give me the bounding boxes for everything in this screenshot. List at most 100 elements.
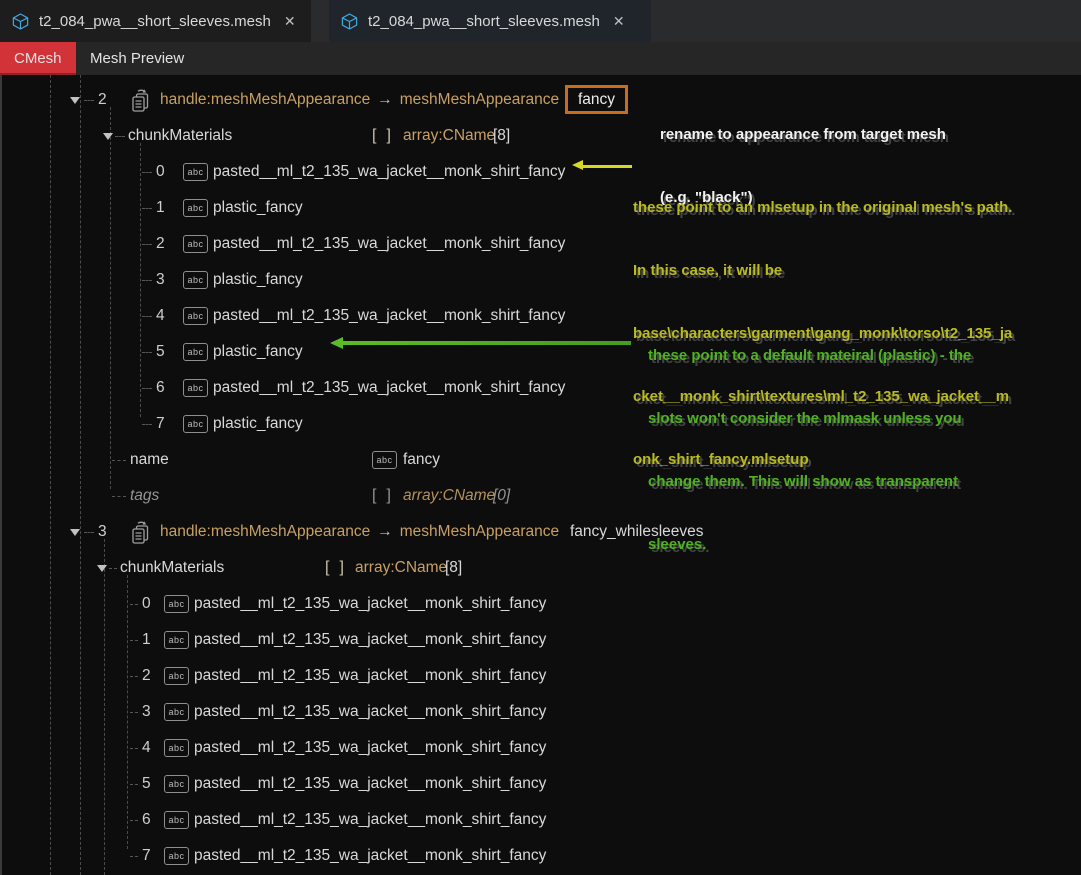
material-name[interactable]: pasted__ml_t2_135_wa_jacket__monk_shirt_… — [194, 802, 546, 838]
tree-row-material-item[interactable]: 2 abc pasted__ml_t2_135_wa_jacket__monk_… — [0, 658, 1081, 694]
appearance-name-value-highlighted[interactable]: fancy — [565, 85, 628, 114]
item-index: 7 — [142, 838, 151, 874]
tree-row-material-item[interactable]: 6 abc pasted__ml_t2_135_wa_jacket__monk_… — [0, 802, 1081, 838]
item-index: 7 — [156, 406, 165, 442]
tree-row-material-item[interactable]: 1 abc pasted__ml_t2_135_wa_jacket__monk_… — [0, 622, 1081, 658]
file-tab-2[interactable]: t2_084_pwa__short_sleeves.mesh ✕ — [329, 0, 651, 42]
tree-connector — [84, 532, 94, 533]
property-type: array:CName — [403, 118, 495, 154]
string-type-icon: abc — [183, 343, 208, 361]
tree-connector — [84, 100, 94, 101]
file-tab-title: t2_084_pwa__short_sleeves.mesh — [39, 13, 271, 30]
annotation-default-material: these point to a default mateiral (plast… — [648, 303, 971, 597]
material-name[interactable]: pasted__ml_t2_135_wa_jacket__monk_shirt_… — [213, 154, 565, 190]
material-name[interactable]: pasted__ml_t2_135_wa_jacket__monk_shirt_… — [213, 370, 565, 406]
handle-class: meshMeshAppearance — [400, 523, 559, 540]
tree-row-material-item[interactable]: 5 abc pasted__ml_t2_135_wa_jacket__monk_… — [0, 766, 1081, 802]
tree-connector — [130, 820, 138, 821]
item-index: 4 — [142, 730, 151, 766]
string-type-icon: abc — [164, 703, 189, 721]
tree-row-material-item[interactable]: 3 abc pasted__ml_t2_135_wa_jacket__monk_… — [0, 694, 1081, 730]
item-index: 5 — [142, 766, 151, 802]
item-index: 2 — [156, 226, 165, 262]
item-index: 6 — [156, 370, 165, 406]
material-name[interactable]: plastic_fancy — [213, 334, 303, 370]
string-type-icon: abc — [164, 739, 189, 757]
expander-icon[interactable] — [70, 529, 80, 536]
tree-connector — [142, 316, 152, 317]
array-count: [8] — [435, 550, 462, 586]
property-type: array:CName — [403, 478, 495, 514]
array-count: [0] — [483, 478, 510, 514]
close-icon[interactable]: ✕ — [613, 13, 625, 30]
array-bracket-icon: [] — [325, 550, 344, 586]
item-index: 3 — [142, 694, 151, 730]
handle-ref-icon — [130, 88, 152, 112]
tree-connector — [130, 712, 138, 713]
handle-type: handle:meshMeshAppearance — [160, 91, 370, 108]
material-name[interactable]: pasted__ml_t2_135_wa_jacket__monk_shirt_… — [194, 622, 546, 658]
material-name[interactable]: pasted__ml_t2_135_wa_jacket__monk_shirt_… — [194, 694, 546, 730]
tree-connector — [130, 748, 138, 749]
item-index: 2 — [142, 658, 151, 694]
string-type-icon: abc — [164, 631, 189, 649]
name-value[interactable]: fancy — [403, 442, 440, 478]
tree-row-material-item[interactable]: 7 abc pasted__ml_t2_135_wa_jacket__monk_… — [0, 838, 1081, 874]
mesh-cube-icon — [11, 12, 30, 31]
property-label: chunkMaterials — [120, 550, 224, 586]
handle-ref-icon — [130, 520, 152, 544]
handle-class: meshMeshAppearance — [400, 91, 559, 108]
material-name[interactable]: plastic_fancy — [213, 262, 303, 298]
handle-type-text: handle:meshMeshAppearance→meshMeshAppear… — [160, 514, 559, 550]
expander-icon[interactable] — [97, 565, 107, 572]
material-name[interactable]: pasted__ml_t2_135_wa_jacket__monk_shirt_… — [194, 838, 546, 874]
item-index: 6 — [142, 802, 151, 838]
handle-type: handle:meshMeshAppearance — [160, 523, 370, 540]
material-name[interactable]: pasted__ml_t2_135_wa_jacket__monk_shirt_… — [194, 766, 546, 802]
arrow-glyph: → — [370, 523, 400, 540]
string-type-icon: abc — [183, 379, 208, 397]
material-name[interactable]: plastic_fancy — [213, 190, 303, 226]
item-index: 4 — [156, 298, 165, 334]
material-name[interactable]: pasted__ml_t2_135_wa_jacket__monk_shirt_… — [213, 226, 565, 262]
window-tab-strip: t2_084_pwa__short_sleeves.mesh ✕ t2_084_… — [0, 0, 1081, 42]
material-name[interactable]: pasted__ml_t2_135_wa_jacket__monk_shirt_… — [194, 730, 546, 766]
tree-row-material-item[interactable]: 4 abc pasted__ml_t2_135_wa_jacket__monk_… — [0, 730, 1081, 766]
tree-connector — [142, 352, 152, 353]
material-name[interactable]: plastic_fancy — [213, 406, 303, 442]
item-index: 3 — [156, 262, 165, 298]
tree-connector — [130, 604, 138, 605]
tab-mesh-preview[interactable]: Mesh Preview — [76, 42, 198, 75]
item-index: 0 — [142, 586, 151, 622]
tree-connector — [109, 568, 117, 569]
tree-connector — [142, 280, 152, 281]
tree-connector — [142, 244, 152, 245]
tree-connector — [130, 640, 138, 641]
material-name[interactable]: pasted__ml_t2_135_wa_jacket__monk_shirt_… — [194, 586, 546, 622]
tree-connector — [112, 496, 126, 497]
tree-connector — [130, 784, 138, 785]
mesh-cube-icon — [340, 12, 359, 31]
file-tab-title: t2_084_pwa__short_sleeves.mesh — [368, 13, 600, 30]
tree-connector — [142, 388, 152, 389]
property-type: array:CName — [355, 550, 447, 586]
tree-connector — [112, 460, 126, 461]
tree-connector — [142, 208, 152, 209]
property-label: name — [130, 442, 169, 478]
close-icon[interactable]: ✕ — [284, 13, 296, 30]
file-tab-1[interactable]: t2_084_pwa__short_sleeves.mesh ✕ — [0, 0, 311, 42]
property-label: chunkMaterials — [128, 118, 232, 154]
tab-cmesh[interactable]: CMesh — [0, 42, 76, 75]
material-name[interactable]: pasted__ml_t2_135_wa_jacket__monk_shirt_… — [194, 658, 546, 694]
material-name[interactable]: pasted__ml_t2_135_wa_jacket__monk_shirt_… — [213, 298, 565, 334]
document-tab-bar: CMesh Mesh Preview — [0, 42, 1081, 75]
expander-icon[interactable] — [103, 133, 113, 140]
item-index: 0 — [156, 154, 165, 190]
string-type-icon: abc — [183, 199, 208, 217]
arrow-glyph: → — [370, 91, 400, 108]
expander-icon[interactable] — [70, 97, 80, 104]
string-type-icon: abc — [164, 775, 189, 793]
string-type-icon: abc — [372, 451, 397, 469]
array-bracket-icon: [] — [372, 118, 391, 154]
array-bracket-icon: [] — [372, 478, 391, 514]
